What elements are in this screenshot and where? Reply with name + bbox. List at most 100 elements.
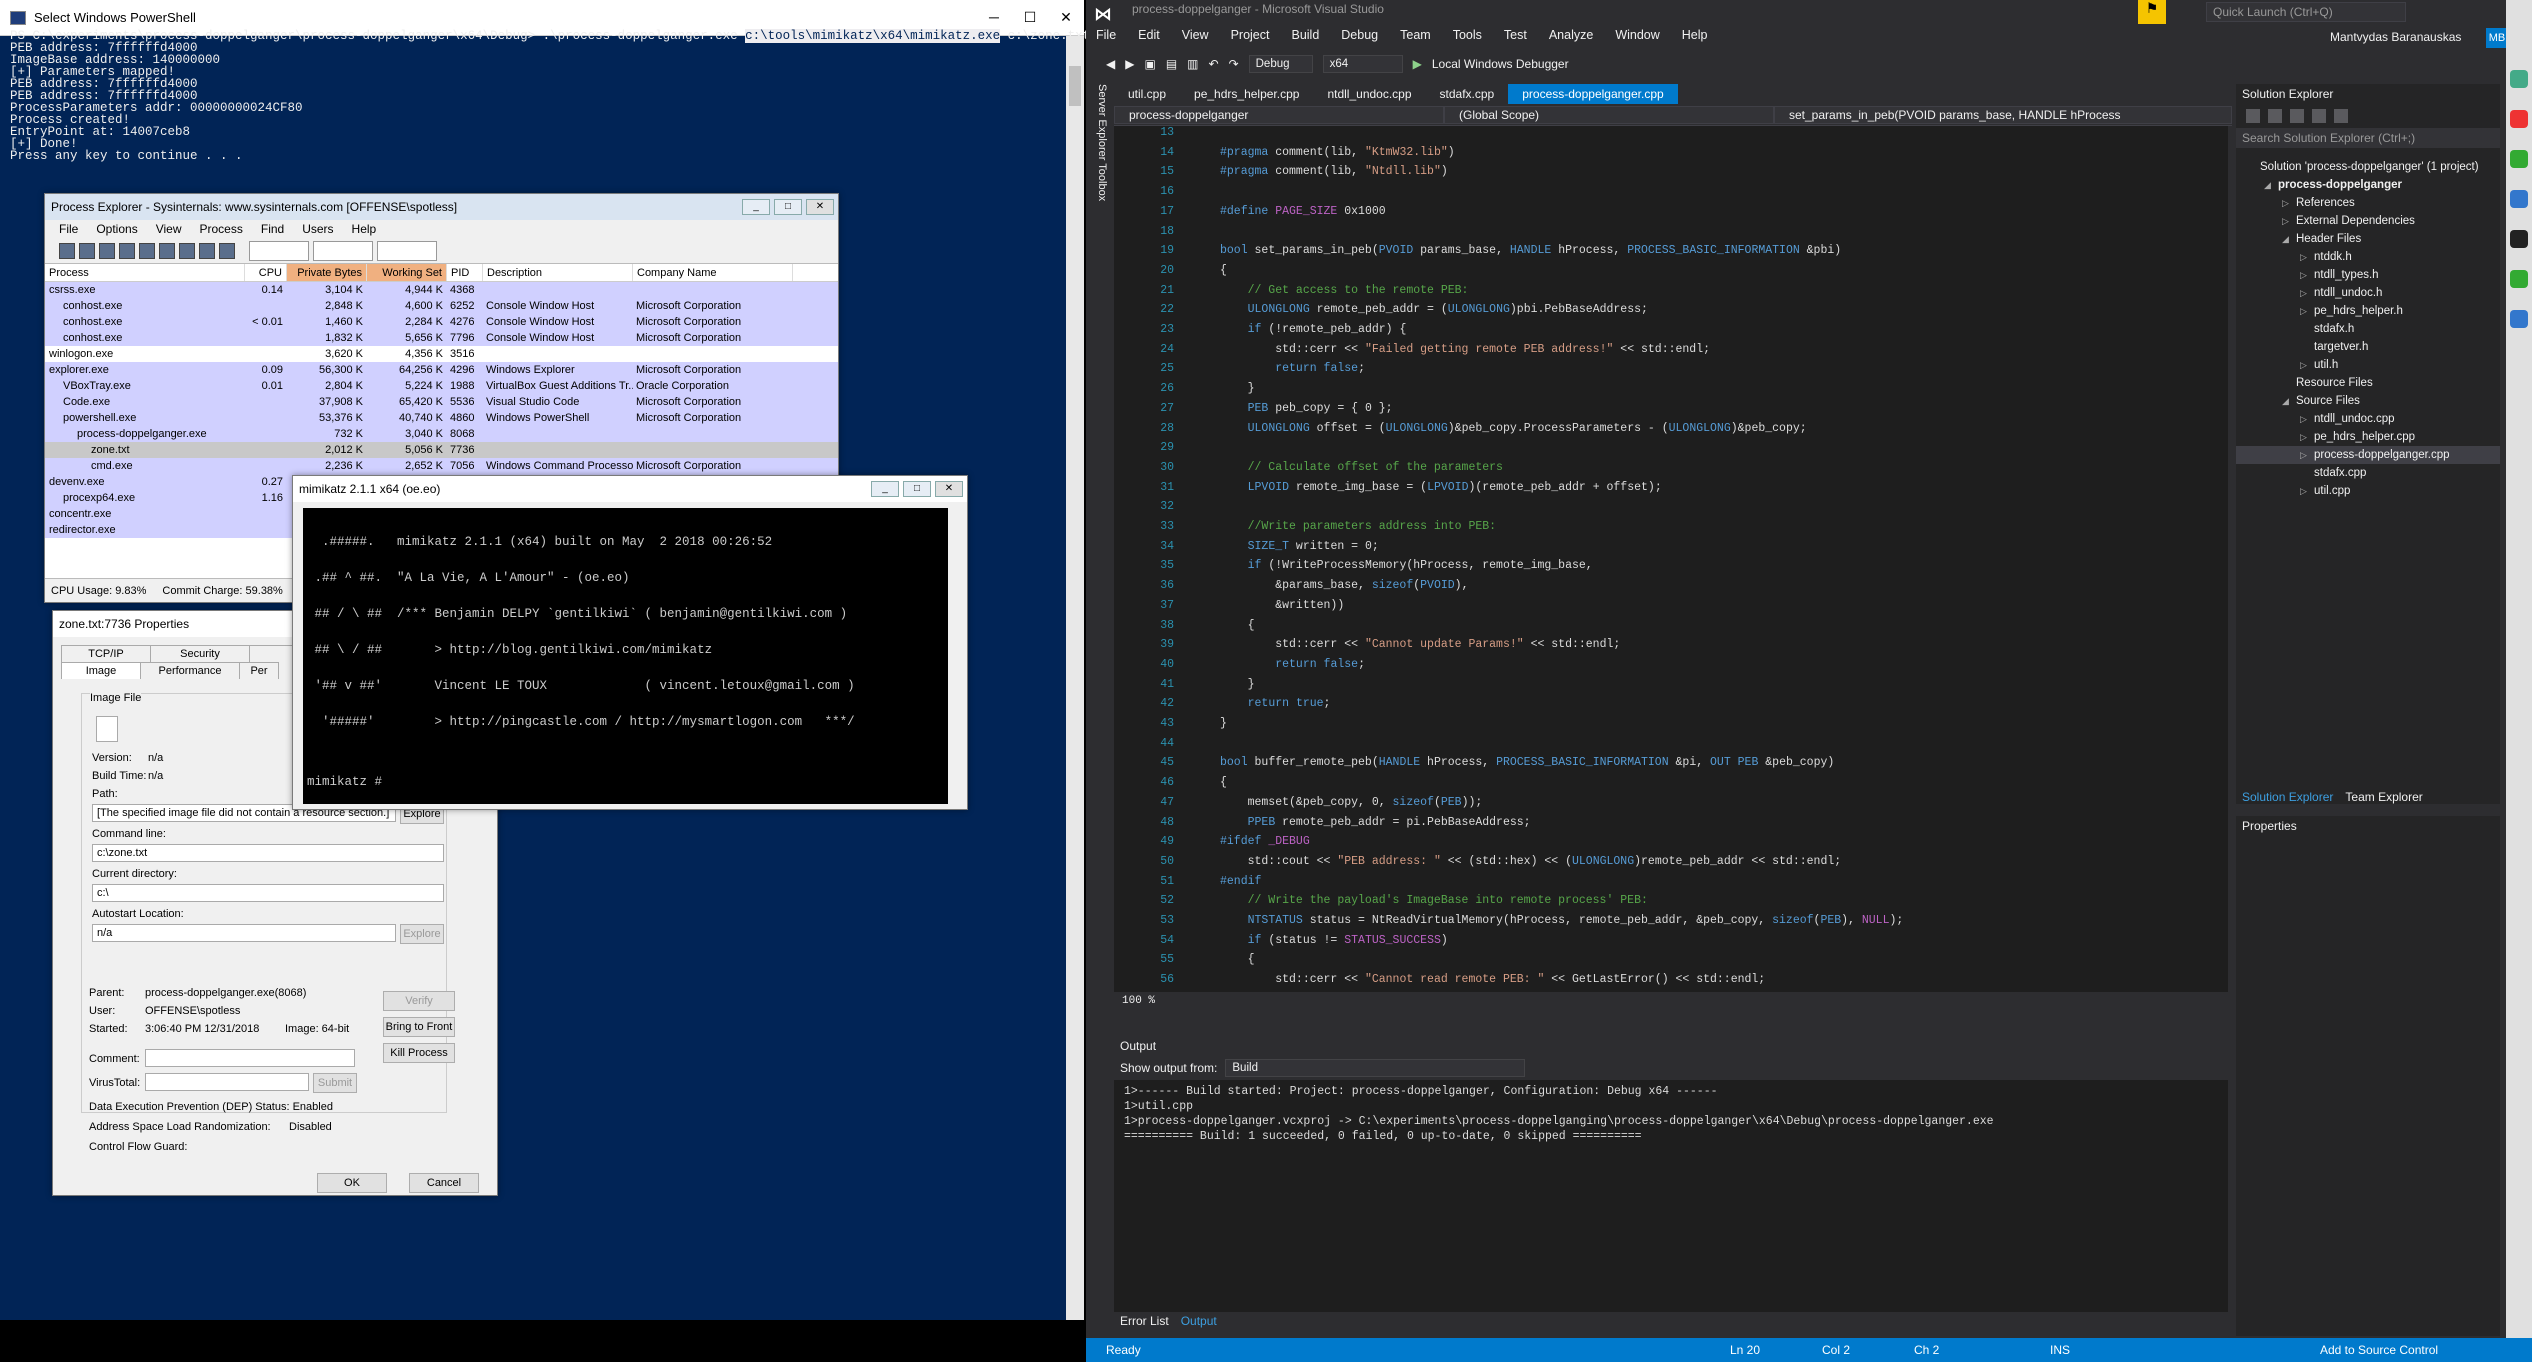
- code-line[interactable]: if (!remote_peb_addr) {: [1220, 323, 1407, 336]
- undo-icon[interactable]: ↶: [1209, 57, 1219, 71]
- output-panel[interactable]: Output Show output from: Build 1>------ …: [1114, 1036, 2228, 1312]
- tab-team-explorer[interactable]: Team Explorer: [2339, 788, 2428, 806]
- open-icon[interactable]: ▤: [1166, 57, 1177, 71]
- verify-button[interactable]: Verify: [383, 991, 455, 1011]
- comment-field[interactable]: [145, 1049, 355, 1067]
- code-line[interactable]: {: [1220, 953, 1255, 966]
- tab-performance[interactable]: Performance: [140, 662, 240, 679]
- sync-icon[interactable]: [2268, 109, 2282, 123]
- app-icon[interactable]: [2510, 190, 2528, 208]
- virustotal-field[interactable]: [145, 1073, 309, 1091]
- tab-image[interactable]: Image: [61, 662, 141, 679]
- kill-icon[interactable]: [179, 242, 195, 259]
- menu-item-debug[interactable]: Debug: [1341, 28, 1378, 50]
- code-line[interactable]: // Calculate offset of the parameters: [1220, 461, 1503, 474]
- code-line[interactable]: #ifdef _DEBUG: [1220, 835, 1310, 848]
- properties-panel[interactable]: Properties: [2236, 816, 2500, 1336]
- menu-item-process[interactable]: Process: [200, 222, 243, 236]
- user-name[interactable]: Mantvydas Baranauskas: [2330, 30, 2461, 44]
- menu-item-options[interactable]: Options: [96, 222, 137, 236]
- tab-error-list[interactable]: Error List: [1114, 1312, 1175, 1330]
- save-icon[interactable]: ▥: [1187, 57, 1198, 71]
- process-row[interactable]: conhost.exe 2,848 K 4,600 K 6252 Console Win…: [45, 298, 838, 314]
- expand-arrow-icon[interactable]: ◢: [2282, 392, 2296, 410]
- solution-node[interactable]: Solution 'process-doppelganger' (1 proje…: [2236, 158, 2500, 176]
- maximize-button[interactable]: □: [903, 481, 931, 497]
- output-source-dropdown[interactable]: Build: [1225, 1059, 1526, 1077]
- ok-button[interactable]: OK: [317, 1173, 387, 1193]
- code-line[interactable]: bool buffer_remote_peb(HANDLE hProcess, …: [1220, 756, 1834, 769]
- solution-node[interactable]: ▷ util.cpp: [2236, 482, 2500, 500]
- expand-arrow-icon[interactable]: ◢: [2282, 230, 2296, 248]
- mimikatz-window[interactable]: mimikatz 2.1.1 x64 (oe.eo) _ □ ✕ .#####. m…: [292, 475, 968, 810]
- redo-icon[interactable]: ↷: [1229, 57, 1239, 71]
- solution-explorer[interactable]: Solution Explorer Search Solution Explor…: [2236, 84, 2500, 804]
- process-row[interactable]: conhost.exe < 0.01 1,460 K 2,284 K 4276 Conso…: [45, 314, 838, 330]
- menu-item-view[interactable]: View: [1182, 28, 1209, 50]
- window-icon[interactable]: [139, 242, 155, 259]
- process-row[interactable]: winlogon.exe 3,620 K 4,356 K 3516: [45, 346, 838, 362]
- code-line[interactable]: {: [1220, 619, 1255, 632]
- commit-graph[interactable]: [313, 240, 373, 261]
- autostart-explore-button[interactable]: Explore: [400, 924, 444, 944]
- expand-arrow-icon[interactable]: ▷: [2300, 428, 2314, 446]
- code-line[interactable]: &written)): [1220, 599, 1344, 612]
- expand-arrow-icon[interactable]: ▷: [2300, 482, 2314, 500]
- expand-arrow-icon[interactable]: ▷: [2282, 194, 2296, 212]
- code-line[interactable]: NTSTATUS status = NtReadVirtualMemory(hP…: [1220, 914, 1904, 927]
- code-line[interactable]: ULONGLONG remote_peb_addr = (ULONGLONG)p…: [1220, 303, 1648, 316]
- maximize-button[interactable]: □: [774, 199, 802, 215]
- code-line[interactable]: return false;: [1220, 658, 1365, 671]
- close-button[interactable]: ✕: [1048, 9, 1084, 26]
- column-working-set[interactable]: Working Set: [367, 264, 447, 281]
- menu-item-view[interactable]: View: [156, 222, 182, 236]
- menu-item-help[interactable]: Help: [1682, 28, 1708, 50]
- process-row[interactable]: cmd.exe 2,236 K 2,652 K 7056 Windows Command…: [45, 458, 838, 474]
- expand-arrow-icon[interactable]: ▷: [2300, 446, 2314, 464]
- config-dropdown[interactable]: Debug: [1248, 55, 1313, 73]
- code-line[interactable]: PEB peb_copy = { 0 };: [1220, 402, 1393, 415]
- collapse-icon[interactable]: [2312, 109, 2326, 123]
- code-line[interactable]: if (status != STATUS_SUCCESS): [1220, 934, 1448, 947]
- code-line[interactable]: {: [1220, 264, 1227, 277]
- code-line[interactable]: #pragma comment(lib, "KtmW32.lib"): [1220, 146, 1455, 159]
- process-row[interactable]: csrss.exe 0.14 3,104 K 4,944 K 4368: [45, 282, 838, 298]
- app-icon[interactable]: [2510, 230, 2528, 248]
- solution-node[interactable]: stdafx.cpp: [2236, 464, 2500, 482]
- solution-node[interactable]: ▷ pe_hdrs_helper.cpp: [2236, 428, 2500, 446]
- column-private-bytes[interactable]: Private Bytes: [287, 264, 367, 281]
- app-icon[interactable]: [2510, 110, 2528, 128]
- submit-button[interactable]: Submit: [313, 1073, 357, 1093]
- app-icon[interactable]: [2510, 70, 2528, 88]
- find-icon[interactable]: [199, 242, 215, 259]
- process-row[interactable]: conhost.exe 1,832 K 5,656 K 7796 Console Win…: [45, 330, 838, 346]
- expand-arrow-icon[interactable]: ▷: [2300, 302, 2314, 320]
- menu-item-team[interactable]: Team: [1400, 28, 1431, 50]
- visual-studio-window[interactable]: ⋈ process-doppelganger - Microsoft Visua…: [1086, 0, 2532, 1362]
- code-line[interactable]: // Write the payload's ImageBase into re…: [1220, 894, 1648, 907]
- kill-process-button[interactable]: Kill Process: [383, 1043, 455, 1063]
- process-row[interactable]: powershell.exe 53,376 K 40,740 K 4860 Window…: [45, 410, 838, 426]
- solution-node[interactable]: ◢ Header Files: [2236, 230, 2500, 248]
- expand-arrow-icon[interactable]: ▷: [2300, 266, 2314, 284]
- expand-arrow-icon[interactable]: ▷: [2282, 212, 2296, 230]
- code-line[interactable]: #define PAGE_SIZE 0x1000: [1220, 205, 1386, 218]
- process-row[interactable]: explorer.exe 0.09 56,300 K 64,256 K 4296 Wind…: [45, 362, 838, 378]
- avatar[interactable]: MB: [2486, 28, 2508, 48]
- code-line[interactable]: ULONGLONG offset = (ULONGLONG)&peb_copy.…: [1220, 422, 1807, 435]
- properties-icon[interactable]: [159, 242, 175, 259]
- solution-node[interactable]: ▷ ntddk.h: [2236, 248, 2500, 266]
- solution-node[interactable]: targetver.h: [2236, 338, 2500, 356]
- minimize-button[interactable]: _: [742, 199, 770, 215]
- io-graph[interactable]: [377, 240, 437, 261]
- code-line[interactable]: }: [1220, 678, 1255, 691]
- process-row[interactable]: zone.txt 2,012 K 5,056 K 7736: [45, 442, 838, 458]
- expand-arrow-icon[interactable]: ▷: [2300, 356, 2314, 374]
- autostart-field[interactable]: n/a: [92, 924, 396, 942]
- process-row[interactable]: process-doppelganger.exe 732 K 3,040 K 8068: [45, 426, 838, 442]
- quick-launch-input[interactable]: Quick Launch (Ctrl+Q): [2206, 2, 2406, 22]
- process-explorer-titlebar[interactable]: Process Explorer - Sysinternals: www.sys…: [45, 194, 838, 220]
- target-icon[interactable]: [219, 242, 235, 259]
- process-row[interactable]: Code.exe 37,908 K 65,420 K 5536 Visual Studi…: [45, 394, 838, 410]
- code-line[interactable]: memset(&peb_copy, 0, sizeof(PEB));: [1220, 796, 1483, 809]
